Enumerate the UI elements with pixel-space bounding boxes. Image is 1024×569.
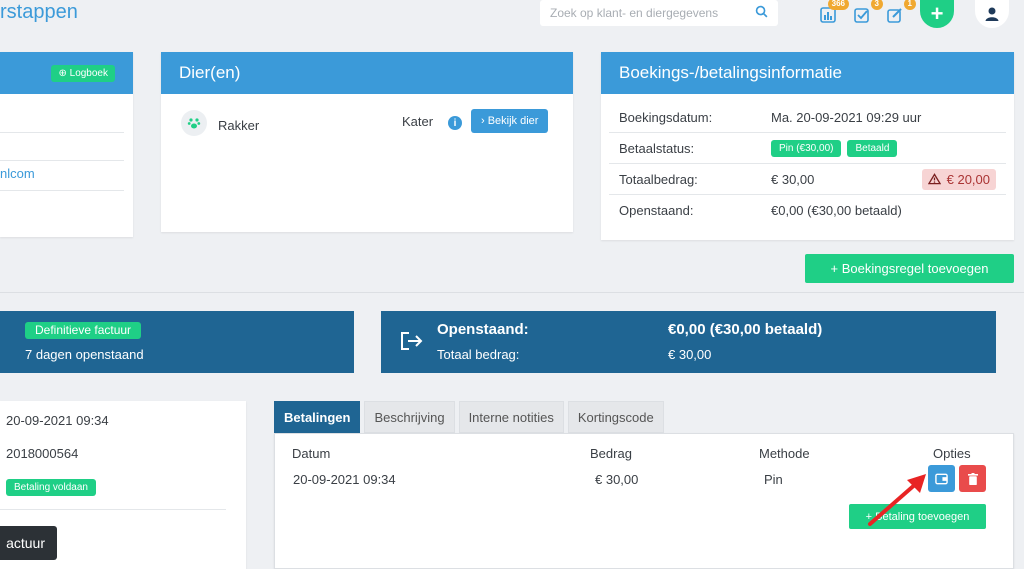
outstanding-label: Openstaand: xyxy=(619,203,694,218)
tasks-badge: 3 xyxy=(870,0,883,10)
client-card-header: ⊕ Logboek xyxy=(0,52,133,94)
divider xyxy=(0,160,124,161)
tab-discount-code[interactable]: Kortingscode xyxy=(567,401,664,433)
section-divider xyxy=(0,292,1024,293)
annotation-arrow xyxy=(868,474,926,526)
animal-name: Rakker xyxy=(218,118,260,133)
booking-date-value: Ma. 20-09-2021 09:29 uur xyxy=(771,109,922,125)
invoice-status-panel: Definitieve factuur 7 dagen openstaand xyxy=(0,311,354,373)
warning-icon xyxy=(927,173,941,185)
column-header-date: Datum xyxy=(292,446,331,461)
divider xyxy=(0,509,226,510)
outstanding-row: Openstaand: €0,00 (€30,00 betaald) xyxy=(609,195,1006,226)
info-icon[interactable]: i xyxy=(448,116,462,130)
delete-payment-button[interactable] xyxy=(959,465,986,492)
total-warning-amount: € 20,00 xyxy=(946,171,990,187)
outstanding-value: €0,00 (€30,00 betaald) xyxy=(771,203,902,218)
booking-date-label: Boekingsdatum: xyxy=(619,109,713,125)
animals-card: Dier(en) Rakker Kater i › Bekijk dier xyxy=(161,52,573,232)
total-label: Totaalbedrag: xyxy=(619,171,698,187)
payment-amount: € 30,00 xyxy=(595,472,639,487)
page-title: rstappen xyxy=(0,1,78,23)
add-booking-line-button[interactable]: + Boekingsregel toevoegen xyxy=(805,254,1014,283)
booking-card-header: Boekings-/betalingsinformatie xyxy=(601,52,1014,94)
outstanding-panel: Openstaand: €0,00 (€30,00 betaald) Totaa… xyxy=(381,311,996,373)
add-button[interactable]: + xyxy=(920,0,954,28)
user-icon xyxy=(985,7,999,21)
logbook-button[interactable]: ⊕ Logboek xyxy=(51,64,115,82)
tab-internal-notes[interactable]: Interne notities xyxy=(458,401,564,433)
view-receipt-button[interactable] xyxy=(928,465,955,492)
invoice-date: 20-09-2021 09:34 xyxy=(6,413,109,428)
plus-icon: + xyxy=(930,1,944,26)
user-menu-button[interactable] xyxy=(975,0,1009,28)
animals-card-header: Dier(en) xyxy=(161,52,573,94)
outstanding-panel-value: €0,00 (€30,00 betaald) xyxy=(668,321,823,338)
trash-icon xyxy=(967,472,978,485)
logout-icon xyxy=(401,332,423,350)
tab-payments[interactable]: Betalingen xyxy=(274,401,361,433)
notes-badge: 1 xyxy=(903,0,916,10)
days-open-text: 7 dagen openstaand xyxy=(25,347,144,362)
column-header-options: Opties xyxy=(933,446,971,461)
divider xyxy=(0,190,124,191)
tab-description[interactable]: Beschrijving xyxy=(364,401,455,433)
final-invoice-badge: Definitieve factuur xyxy=(25,322,142,339)
client-email-link[interactable]: nlcom xyxy=(0,166,35,181)
paid-badge: Betaald xyxy=(847,139,898,157)
tab-bar: Betalingen Beschrijving Interne notities… xyxy=(274,401,664,433)
view-animal-button[interactable]: › Bekijk dier xyxy=(471,109,549,133)
client-card: ⊕ Logboek nlcom xyxy=(0,52,133,237)
total-amount-value: € 30,00 xyxy=(668,347,712,362)
payment-method: Pin xyxy=(764,472,783,487)
booking-date-row: Boekingsdatum: Ma. 20-09-2021 09:29 uur xyxy=(609,102,1006,133)
total-amount-label: Totaal bedrag: xyxy=(437,347,520,362)
payment-complete-badge: Betaling voldaan xyxy=(6,479,96,496)
payment-status-label: Betaalstatus: xyxy=(619,140,695,156)
column-header-amount: Bedrag xyxy=(590,446,632,461)
bar-chart-icon[interactable]: 366 xyxy=(817,0,849,26)
booking-card: Boekings-/betalingsinformatie Boekingsda… xyxy=(601,52,1014,240)
search-placeholder: Zoek op klant- en diergegevens xyxy=(550,6,719,20)
animals-card-title: Dier(en) xyxy=(179,63,241,82)
invoice-button[interactable]: actuur xyxy=(0,526,57,560)
outstanding-panel-label: Openstaand: xyxy=(437,321,529,338)
total-value: € 30,00 xyxy=(771,171,815,187)
divider xyxy=(0,132,124,133)
total-row: Totaalbedrag: € 30,00 € 20,00 xyxy=(609,164,1006,195)
checkbox-icon[interactable]: 3 xyxy=(851,0,883,26)
wallet-icon xyxy=(935,473,948,484)
animal-type: Kater xyxy=(402,114,434,129)
edit-icon[interactable]: 1 xyxy=(884,0,916,26)
search-input[interactable]: Zoek op klant- en diergegevens xyxy=(540,0,778,26)
payment-status-row: Betaalstatus: Pin (€30,00) Betaald xyxy=(609,133,1006,164)
invoice-number: 2018000564 xyxy=(6,446,79,461)
payment-method-badge: Pin (€30,00) xyxy=(771,139,842,157)
total-warning-badge: € 20,00 xyxy=(921,168,996,190)
payment-date: 20-09-2021 09:34 xyxy=(293,472,396,487)
column-header-method: Methode xyxy=(759,446,810,461)
booking-card-title: Boekings-/betalingsinformatie xyxy=(619,63,843,82)
stats-badge: 366 xyxy=(827,0,849,10)
paw-icon xyxy=(181,110,207,136)
search-icon[interactable] xyxy=(755,5,768,21)
